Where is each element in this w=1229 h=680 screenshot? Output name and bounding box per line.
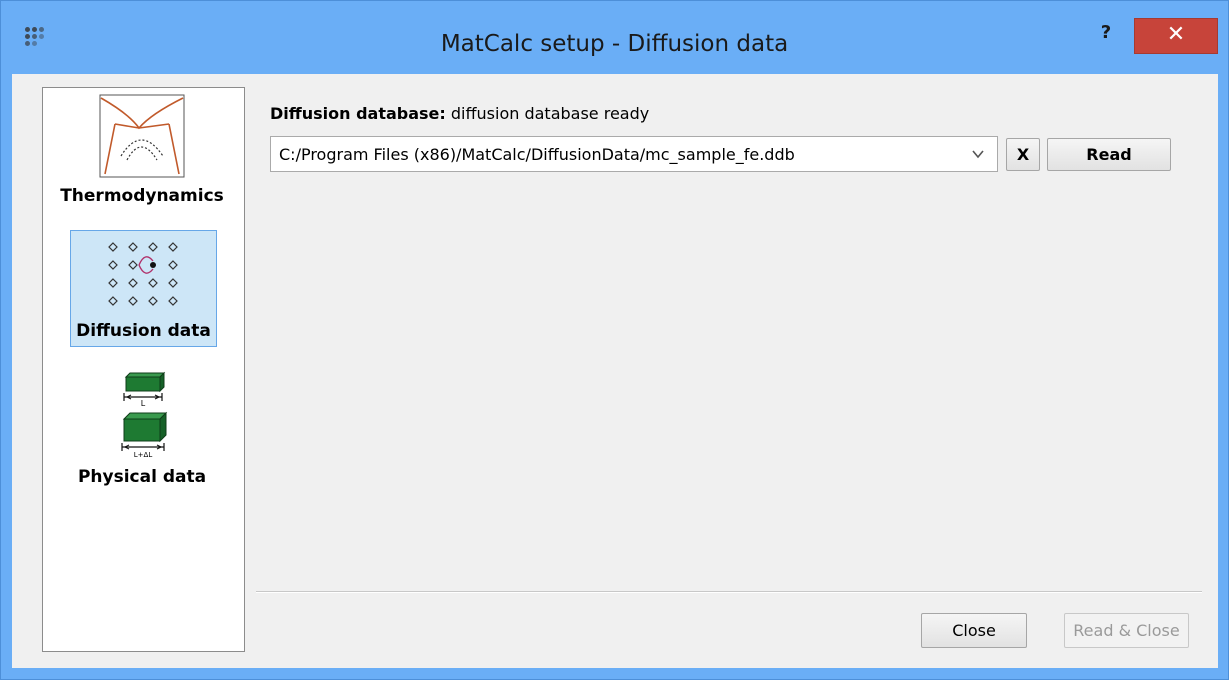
close-button[interactable]: Close — [921, 613, 1027, 648]
title-bar[interactable]: MatCalc setup - Diffusion data ? ✕ — [1, 1, 1228, 75]
setup-category-list: Thermodynamics Diffusion data L L+ΔL Phy… — [42, 87, 245, 652]
read-database-button[interactable]: Read — [1047, 138, 1171, 171]
diffusion-database-status: Diffusion database: diffusion database r… — [270, 104, 649, 123]
dialog-body: Thermodynamics Diffusion data L L+ΔL Phy… — [12, 74, 1218, 668]
sidebar-item-physical-data[interactable]: L L+ΔL Physical data — [57, 371, 227, 501]
clear-database-button[interactable]: X — [1006, 138, 1040, 171]
sidebar-item-label: Diffusion data — [76, 321, 211, 341]
dialog-window: MatCalc setup - Diffusion data ? ✕ Therm… — [0, 0, 1229, 680]
sidebar-item-label: Physical data — [77, 467, 207, 487]
diffusion-database-label: Diffusion database: — [270, 104, 446, 123]
footer-divider — [256, 591, 1202, 593]
database-status-text: diffusion database ready — [450, 104, 650, 123]
sidebar-item-label: Thermodynamics — [60, 186, 224, 206]
svg-text:L: L — [141, 399, 146, 408]
window-title: MatCalc setup - Diffusion data — [440, 31, 789, 57]
database-path-value: C:/Program Files (x86)/MatCalc/Diffusion… — [279, 145, 795, 164]
window-close-button[interactable]: ✕ — [1134, 18, 1218, 54]
physical-blocks-icon: L L+ΔL — [121, 371, 168, 459]
sidebar-item-thermodynamics[interactable]: Thermodynamics — [57, 94, 227, 214]
help-button[interactable]: ? — [1094, 21, 1118, 45]
database-path-select[interactable]: C:/Program Files (x86)/MatCalc/Diffusion… — [270, 136, 998, 172]
sidebar-item-diffusion-data[interactable]: Diffusion data — [70, 230, 217, 347]
phase-diagram-icon — [99, 94, 185, 178]
svg-text:L+ΔL: L+ΔL — [134, 451, 153, 459]
read-and-close-button[interactable]: Read & Close — [1064, 613, 1189, 648]
lattice-diffusion-icon — [107, 242, 178, 306]
chevron-down-icon[interactable] — [971, 147, 985, 161]
